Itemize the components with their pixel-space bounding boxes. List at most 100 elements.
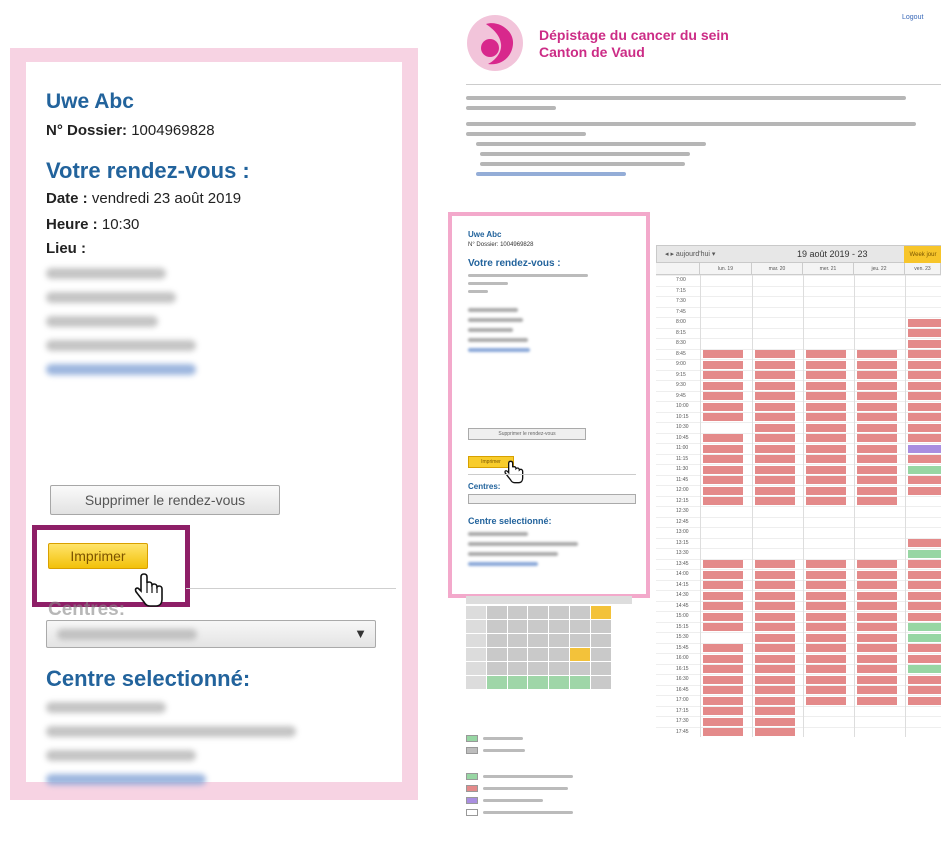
booked-slot xyxy=(857,497,897,505)
mini-calendar-day[interactable] xyxy=(486,662,507,675)
available-slot[interactable] xyxy=(908,465,941,474)
mini-calendar-week-row xyxy=(466,648,632,661)
mini-calendar-day xyxy=(466,620,486,633)
calendar-row-line xyxy=(656,338,941,339)
mini-calendar-day[interactable] xyxy=(507,662,528,675)
booked-slot xyxy=(908,612,941,621)
booked-slot xyxy=(908,455,941,463)
mini-calendar-day[interactable] xyxy=(507,648,528,661)
booked-slot xyxy=(703,413,743,421)
rdv-panel-highlight: Uwe Abc N° Dossier: 1004969828 Votre ren… xyxy=(448,212,650,598)
booked-slot xyxy=(703,371,743,379)
mini-calendar-day[interactable] xyxy=(507,620,528,633)
panel-patient-name: Uwe Abc xyxy=(468,230,502,239)
imprimer-button[interactable]: Imprimer xyxy=(48,543,148,569)
available-slot[interactable] xyxy=(908,549,941,558)
booked-slot xyxy=(703,486,743,495)
available-slot[interactable] xyxy=(908,633,941,642)
calendar-nav[interactable]: ◂ ▸ aujourd'hui ▾ xyxy=(665,250,715,258)
booked-slot xyxy=(857,423,897,432)
mini-calendar-day[interactable] xyxy=(507,676,528,689)
mini-calendar-day[interactable] xyxy=(507,634,528,647)
calendar-time-label: 8:45 xyxy=(676,350,686,357)
site-title: Dépistage du cancer du sein Canton de Va… xyxy=(539,27,729,61)
mini-calendar[interactable] xyxy=(466,596,632,690)
mini-calendar-day[interactable] xyxy=(486,606,507,619)
mini-calendar-day[interactable] xyxy=(486,676,507,689)
mini-calendar-day[interactable] xyxy=(569,620,590,633)
mini-calendar-day[interactable] xyxy=(486,634,507,647)
mini-calendar-day[interactable] xyxy=(590,620,611,633)
mini-calendar-day[interactable] xyxy=(549,620,569,633)
mini-calendar-day[interactable] xyxy=(549,662,569,675)
mini-calendar-day[interactable] xyxy=(507,606,528,619)
calendar-time-label: 10:15 xyxy=(676,413,689,420)
centres-select[interactable]: ▼ xyxy=(46,620,376,648)
centre-selectionne-title: Centre selectionné: xyxy=(46,666,251,691)
mini-calendar-day[interactable] xyxy=(528,606,549,619)
mini-calendar-day[interactable] xyxy=(549,676,569,689)
calendar-row-line xyxy=(656,359,941,360)
mini-calendar-day[interactable] xyxy=(549,648,569,661)
week-view-button[interactable]: Week jour xyxy=(904,246,941,264)
mini-calendar-day[interactable] xyxy=(528,662,549,675)
panel-supprimer-button[interactable]: Supprimer le rendez-vous xyxy=(468,428,586,440)
calendar-row-line xyxy=(656,663,941,665)
booked-slot xyxy=(857,455,897,463)
week-calendar[interactable]: ◂ ▸ aujourd'hui ▾ 19 août 2019 - 23 Week… xyxy=(656,245,941,850)
calendar-row-line xyxy=(656,348,941,350)
calendar-row-line xyxy=(656,516,941,518)
calendar-column-line xyxy=(854,275,855,737)
mini-calendar-day[interactable] xyxy=(486,620,507,633)
booked-slot xyxy=(755,423,795,432)
booked-slot xyxy=(806,476,846,484)
available-slot[interactable] xyxy=(908,665,941,673)
mini-calendar-day[interactable] xyxy=(528,634,549,647)
mini-calendar-day[interactable] xyxy=(569,676,590,689)
mini-calendar-day[interactable] xyxy=(528,676,549,689)
booked-slot xyxy=(703,455,743,463)
logout-link[interactable]: Logout xyxy=(902,14,923,21)
mini-calendar-day[interactable] xyxy=(486,648,507,661)
mini-calendar-day[interactable] xyxy=(590,634,611,647)
mini-calendar-day[interactable] xyxy=(590,606,611,619)
mini-calendar-header xyxy=(466,596,632,604)
mini-calendar-day[interactable] xyxy=(590,676,611,689)
booked-slot xyxy=(857,696,897,705)
booked-slot xyxy=(703,581,743,589)
panel-centre-selectionne-title: Centre selectionné: xyxy=(468,516,552,526)
zoomed-panel: Uwe Abc N° Dossier: 1004969828 Votre ren… xyxy=(26,62,402,785)
booked-slot xyxy=(806,371,846,379)
mini-calendar-day[interactable] xyxy=(528,648,549,661)
booked-slot xyxy=(857,350,897,358)
booked-slot xyxy=(703,644,743,652)
booked-slot xyxy=(857,686,897,694)
calendar-time-label: 15:00 xyxy=(676,613,689,619)
calendar-time-label: 13:45 xyxy=(676,560,689,567)
calendar-row-line xyxy=(656,495,941,497)
mini-calendar-day[interactable] xyxy=(569,634,590,647)
mini-calendar-day[interactable] xyxy=(590,662,611,675)
panel-centres-select[interactable] xyxy=(468,494,636,504)
mini-calendar-day[interactable] xyxy=(569,606,590,619)
calendar-time-label: 14:00 xyxy=(676,571,689,577)
mini-calendar-day[interactable] xyxy=(569,662,590,675)
booked-slot xyxy=(703,465,743,474)
mini-calendar-day[interactable] xyxy=(549,606,569,619)
calendar-time-label: 17:45 xyxy=(676,728,689,735)
booked-slot xyxy=(857,665,897,673)
calendar-row-line xyxy=(656,716,941,717)
booked-slot xyxy=(857,612,897,621)
section-divider xyxy=(186,588,396,589)
calendar-row-line xyxy=(656,296,941,297)
my-appointment-slot[interactable] xyxy=(908,444,941,453)
site-title-line2: Canton de Vaud xyxy=(539,44,645,60)
mini-calendar-day[interactable] xyxy=(549,634,569,647)
mini-calendar-day[interactable] xyxy=(590,648,611,661)
supprimer-rdv-button[interactable]: Supprimer le rendez-vous xyxy=(50,485,280,515)
available-slot[interactable] xyxy=(908,623,941,631)
mini-calendar-day[interactable] xyxy=(528,620,549,633)
heure-value: 10:30 xyxy=(97,216,140,233)
calendar-row-line xyxy=(656,432,941,434)
mini-calendar-day[interactable] xyxy=(569,648,590,661)
